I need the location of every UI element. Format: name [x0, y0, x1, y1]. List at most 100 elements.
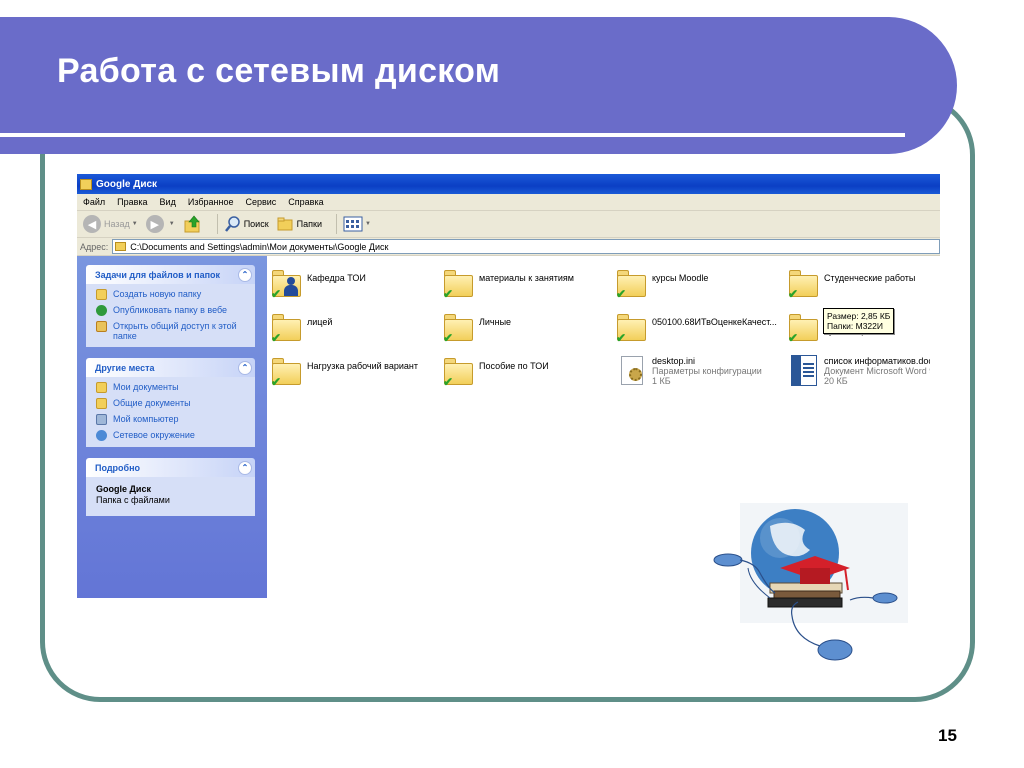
- file-item[interactable]: ✔ лицей: [271, 312, 439, 352]
- config-file-icon: [616, 354, 648, 388]
- place-network[interactable]: Сетевое окружение: [96, 430, 249, 441]
- file-item[interactable]: desktop.ini Параметры конфигурации 1 КБ: [616, 354, 784, 394]
- globe-graduation-illustration: [713, 503, 908, 661]
- folder-icon: [96, 398, 107, 409]
- file-item[interactable]: ✔ курсы Moodle: [616, 268, 784, 308]
- page-number: 15: [938, 726, 957, 745]
- views-button[interactable]: ▼: [343, 216, 371, 232]
- menu-bar: Файл Правка Вид Избранное Сервис Справка: [77, 194, 940, 211]
- tooltip-size: Размер: 2,85 КБ: [827, 311, 891, 321]
- globe-icon: [96, 305, 107, 316]
- word-document-icon: [788, 354, 820, 388]
- documents-icon: [96, 382, 107, 393]
- folder-icon: ✔: [443, 268, 475, 300]
- folders-button[interactable]: Папки: [277, 216, 322, 232]
- computer-icon: [96, 414, 107, 425]
- collapse-icon[interactable]: ⌃: [238, 360, 252, 375]
- file-name: список информатиков.doc: [824, 356, 930, 366]
- folder-icon: [80, 178, 92, 190]
- details-type: Папка с файлами: [96, 495, 170, 505]
- chevron-down-icon: ▼: [364, 221, 371, 227]
- task-new-folder[interactable]: Создать новую папку: [96, 289, 249, 300]
- task-publish-web[interactable]: Опубликовать папку в вебе: [96, 305, 249, 316]
- forward-arrow-icon: ▶: [145, 215, 164, 233]
- details-panel-header[interactable]: Подробно ⌃: [86, 458, 255, 477]
- task-label: Открыть общий доступ к этой папке: [113, 321, 237, 341]
- menu-view[interactable]: Вид: [160, 197, 176, 207]
- file-name: Нагрузка рабочий вариант: [307, 361, 418, 371]
- folders-label: Папки: [296, 219, 322, 229]
- address-field[interactable]: C:\Documents and Settings\admin\Мои доку…: [112, 239, 940, 254]
- place-label: Мои документы: [113, 382, 179, 392]
- chevron-down-icon: ▼: [131, 221, 138, 227]
- file-item[interactable]: ✔ Студенческие работы: [788, 268, 956, 308]
- file-item[interactable]: ✔ 050100.68ИТвОценкеКачест...: [616, 312, 784, 352]
- file-name: курсы Moodle: [652, 273, 709, 283]
- file-name: Студенческие работы: [824, 273, 916, 283]
- tooltip-folders: Папки: М322И: [827, 321, 884, 331]
- window-titlebar[interactable]: Google Диск: [77, 174, 940, 194]
- menu-favorites[interactable]: Избранное: [188, 197, 234, 207]
- network-icon: [96, 430, 107, 441]
- place-shared-documents[interactable]: Общие документы: [96, 398, 249, 409]
- collapse-icon[interactable]: ⌃: [238, 267, 252, 282]
- toolbar-separator: [216, 214, 218, 234]
- forward-button[interactable]: ▶ ▼: [145, 215, 175, 233]
- address-label: Адрес:: [80, 241, 109, 252]
- folder-icon: ✔: [443, 356, 475, 388]
- back-arrow-icon: ◀: [83, 215, 101, 233]
- places-panel: Другие места ⌃ Мои документы Общие докум…: [86, 358, 255, 447]
- tooltip: Размер: 2,85 КБ Папки: М322И: [823, 308, 895, 334]
- file-type: Документ Microsoft Word 97: [824, 366, 930, 376]
- window-title: Google Диск: [96, 178, 158, 190]
- toolbar: ◀ Назад ▼ ▶ ▼ Поиск Папки ▼: [77, 211, 940, 238]
- file-item[interactable]: ✔ материалы к занятиям: [443, 268, 611, 308]
- tasks-panel-title: Задачи для файлов и папок: [95, 269, 221, 280]
- file-name: Пособие по ТОИ: [479, 361, 549, 371]
- file-name: Личные: [479, 317, 512, 327]
- tasks-panel-header[interactable]: Задачи для файлов и папок ⌃: [86, 265, 255, 284]
- toolbar-separator: [335, 214, 337, 234]
- menu-help[interactable]: Справка: [288, 197, 323, 207]
- file-item[interactable]: ✔ Кафедра ТОИ: [271, 268, 439, 308]
- file-name: Кафедра ТОИ: [307, 273, 366, 283]
- folders-icon: [277, 217, 293, 231]
- task-share-folder[interactable]: Открыть общий доступ к этой папке: [96, 321, 249, 341]
- file-name: 050100.68ИТвОценкеКачест...: [652, 317, 777, 327]
- places-panel-title: Другие места: [95, 362, 155, 373]
- file-size: 1 КБ: [652, 376, 671, 386]
- folder-icon: [115, 242, 127, 251]
- file-name: лицей: [307, 317, 333, 327]
- address-bar: Адрес: C:\Documents and Settings\admin\М…: [77, 238, 940, 256]
- menu-file[interactable]: Файл: [83, 197, 105, 207]
- up-folder-button[interactable]: [183, 214, 203, 234]
- file-item[interactable]: список информатиков.doc Документ Microso…: [788, 354, 930, 394]
- places-panel-header[interactable]: Другие места ⌃: [86, 358, 255, 377]
- place-label: Мой компьютер: [113, 414, 179, 424]
- details-panel: Подробно ⌃ Google Диск Папка с файлами: [86, 458, 255, 516]
- place-label: Общие документы: [113, 398, 191, 408]
- file-type: Параметры конфигурации: [652, 366, 762, 376]
- share-folder-icon: [96, 321, 107, 332]
- back-label: Назад: [104, 219, 130, 229]
- search-button[interactable]: Поиск: [224, 215, 269, 233]
- shared-folder-icon: ✔: [271, 268, 303, 300]
- collapse-icon[interactable]: ⌃: [238, 460, 252, 475]
- file-item[interactable]: ✔ Нагрузка рабочий вариант: [271, 356, 439, 396]
- menu-edit[interactable]: Правка: [117, 197, 147, 207]
- details-name: Google Диск: [96, 484, 151, 494]
- folder-icon: ✔: [788, 268, 820, 300]
- file-item[interactable]: ✔ Личные: [443, 312, 611, 352]
- place-my-documents[interactable]: Мои документы: [96, 382, 249, 393]
- folder-icon: ✔: [271, 356, 303, 388]
- new-folder-icon: [96, 289, 107, 300]
- folder-icon: ✔: [616, 268, 648, 300]
- file-item[interactable]: ✔ Пособие по ТОИ: [443, 356, 611, 396]
- chevron-down-icon: ▼: [168, 221, 175, 227]
- folder-icon: ✔: [443, 312, 475, 344]
- views-grid-icon: [343, 216, 363, 232]
- place-my-computer[interactable]: Мой компьютер: [96, 414, 249, 425]
- menu-tools[interactable]: Сервис: [245, 197, 276, 207]
- back-button[interactable]: ◀ Назад ▼: [83, 215, 138, 233]
- details-panel-title: Подробно: [95, 462, 141, 473]
